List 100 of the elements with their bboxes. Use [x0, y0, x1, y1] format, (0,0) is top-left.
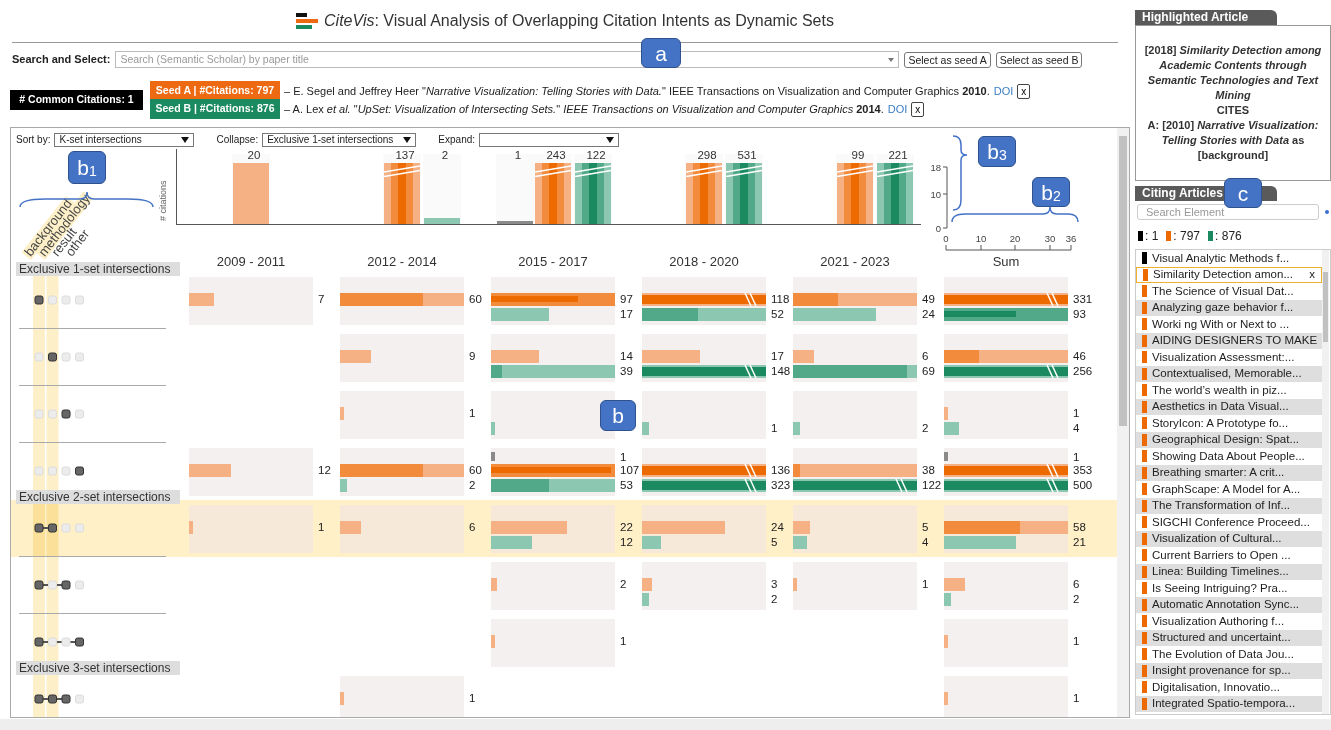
count-label: 107 — [620, 463, 641, 477]
close-button[interactable]: x — [1309, 266, 1315, 284]
intersection-row[interactable]: 1 6 22 12 24 5 5 4 58 21 — [11, 500, 1117, 557]
value-label: 2 — [440, 149, 449, 163]
section-header[interactable]: Exclusive 3-set intersections — [16, 661, 181, 675]
article-title: AIDING DESIGNERS TO MAKE — [1152, 333, 1318, 349]
article-item[interactable]: The Evolution of Data Jou... — [1136, 646, 1322, 663]
article-title: Integrated Spatio-tempora... — [1152, 696, 1296, 712]
article-item[interactable]: Is Seeing Intriguing? Pra... — [1136, 580, 1322, 597]
count-label: 331 — [1073, 292, 1094, 306]
article-item[interactable]: Contextualised, Memorable... — [1136, 365, 1322, 382]
break-mark — [1046, 364, 1060, 378]
value-label: 20 — [246, 149, 261, 163]
article-item[interactable]: SIGCHI Conference Proceed... — [1136, 514, 1322, 531]
legend-count: : 797 — [1173, 228, 1201, 245]
article-item[interactable]: Geographical Design: Spat... — [1136, 431, 1322, 448]
count-label: 1 — [469, 691, 477, 705]
y-scale-axis — [942, 166, 948, 229]
article-item[interactable]: Digitalisation, Innovatio... — [1136, 679, 1322, 696]
count-label: 93 — [1073, 307, 1087, 321]
count-label: 1 — [620, 634, 628, 648]
doi-link[interactable]: DOI — [993, 82, 1014, 100]
article-title: Analyzing gaze behavior f... — [1152, 300, 1294, 316]
count-label: 4 — [922, 535, 930, 549]
count-label: 12 — [318, 463, 332, 477]
article-title: Visualization Assessment:... — [1152, 349, 1295, 365]
count-label: 2 — [771, 592, 779, 606]
article-item[interactable]: Showing Data About People... — [1136, 448, 1322, 465]
count-label: 69 — [922, 364, 936, 378]
section-header[interactable]: Exclusive 2-set intersections — [16, 490, 181, 504]
count-label: 14 — [620, 349, 634, 363]
article-item[interactable]: AIDING DESIGNERS TO MAKE — [1136, 332, 1322, 349]
remove-seed-button[interactable]: x — [911, 101, 925, 117]
break-mark — [744, 478, 758, 492]
article-item[interactable]: The Transformation of Inf... — [1136, 497, 1322, 514]
count-label: 21 — [1073, 535, 1087, 549]
article-item[interactable]: Aesthetics in Data Visual... — [1136, 398, 1322, 415]
article-item[interactable]: Breathing smarter: A crit... — [1136, 464, 1322, 481]
seed-reference: – E. Segel and Jeffrey Heer "Narrative Visualization: Telling Stories with Data." IEEE Transactions on Visualization and Computer Graphics 2010. — [284, 83, 990, 99]
scrollbar[interactable] — [1117, 128, 1129, 717]
axis-title: # citations — [156, 180, 169, 221]
caret-icon — [888, 57, 895, 62]
article-item[interactable]: The Science of Visual Dat... — [1136, 283, 1322, 300]
value-label: 221 — [887, 149, 908, 163]
count-label: 256 — [1073, 364, 1094, 378]
article-item[interactable]: GraphScape: A Model for A... — [1136, 481, 1322, 498]
article-item[interactable]: Current Barriers to Open ... — [1136, 547, 1322, 564]
count-label: 1 — [469, 406, 477, 420]
count-label: 17 — [620, 307, 634, 321]
article-item[interactable]: Similarity Detection amon... x — [1136, 266, 1322, 283]
remove-seed-button[interactable]: x — [1017, 83, 1031, 99]
article-item[interactable]: Automatic Annotation Sync... — [1136, 596, 1322, 613]
scrollbar-thumb[interactable] — [1323, 272, 1328, 342]
break-mark — [1046, 292, 1060, 306]
article-item[interactable]: StoryIcon: A Prototype fo... — [1136, 415, 1322, 432]
article-item[interactable]: Insight provenance for sp... — [1136, 662, 1322, 679]
article-title: StoryIcon: A Prototype fo... — [1152, 415, 1289, 431]
scrollbar[interactable] — [1322, 250, 1329, 714]
count-label: 148 — [771, 364, 792, 378]
article-item[interactable]: Visualization Authoring f... — [1136, 613, 1322, 630]
doi-link[interactable]: DOI — [887, 100, 908, 118]
article-item[interactable]: Visual Analytic Methods f... — [1136, 250, 1322, 267]
count-label: 1 — [1073, 634, 1081, 648]
scrollbar-thumb[interactable] — [1119, 136, 1127, 426]
count-label: 38 — [922, 463, 936, 477]
article-item[interactable]: Analyzing gaze behavior f... — [1136, 299, 1322, 316]
article-item[interactable]: Visualization of Cultural... — [1136, 530, 1322, 547]
article-item[interactable]: The world’s wealth in piz... — [1136, 382, 1322, 399]
seed-select-button[interactable]: Select as seed A — [904, 51, 991, 68]
dropdown[interactable]: K-set intersections — [54, 132, 195, 147]
period-header: 2015 - 2017 — [517, 253, 589, 272]
dropdown[interactable] — [479, 132, 620, 147]
article-item[interactable]: Integrated Spatio-tempora... — [1136, 695, 1322, 712]
value-label: 122 — [585, 149, 606, 163]
article-title: Showing Data About People... — [1152, 448, 1305, 464]
article-title: Visualization of Cultural... — [1152, 531, 1282, 547]
article-item[interactable]: Worki ng With or Next to ... — [1136, 316, 1322, 333]
annotation-label: a — [641, 38, 681, 68]
article-title: SIGCHI Conference Proceed... — [1152, 514, 1310, 530]
annotation-label: b$_{2}$ — [1032, 177, 1070, 207]
article-item[interactable]: Structured and uncertaint... — [1136, 629, 1322, 646]
count-label: 2 — [1073, 592, 1081, 606]
count-label: 39 — [620, 364, 634, 378]
seed-select-button[interactable]: Select as seed B — [995, 51, 1083, 68]
value-label: 137 — [394, 149, 415, 163]
article-title: The Evolution of Data Jou... — [1152, 646, 1294, 662]
break-mark — [744, 364, 758, 378]
seed-badge: Seed B | #Citations: 876 — [150, 99, 280, 119]
article-title: Digitalisation, Innovatio... — [1152, 679, 1280, 695]
control-label: Collapse: — [216, 133, 259, 147]
article-title: Insight provenance for sp... — [1152, 663, 1291, 679]
count-label: 24 — [922, 307, 936, 321]
article-item[interactable]: Linea: Building Timelines... — [1136, 563, 1322, 580]
section-header[interactable]: Exclusive 1-set intersections — [16, 262, 181, 276]
article-text: CITES — [1216, 103, 1250, 118]
count-label: 2 — [469, 478, 477, 492]
article-item[interactable]: Visualization Assessment:... — [1136, 349, 1322, 366]
dropdown[interactable]: Exclusive 1-set intersections — [262, 132, 417, 147]
count-label: 6 — [469, 520, 477, 534]
app-title: CiteVis: Visual Analysis of Overlapping Citation Intents as Dynamic Sets — [324, 11, 834, 31]
